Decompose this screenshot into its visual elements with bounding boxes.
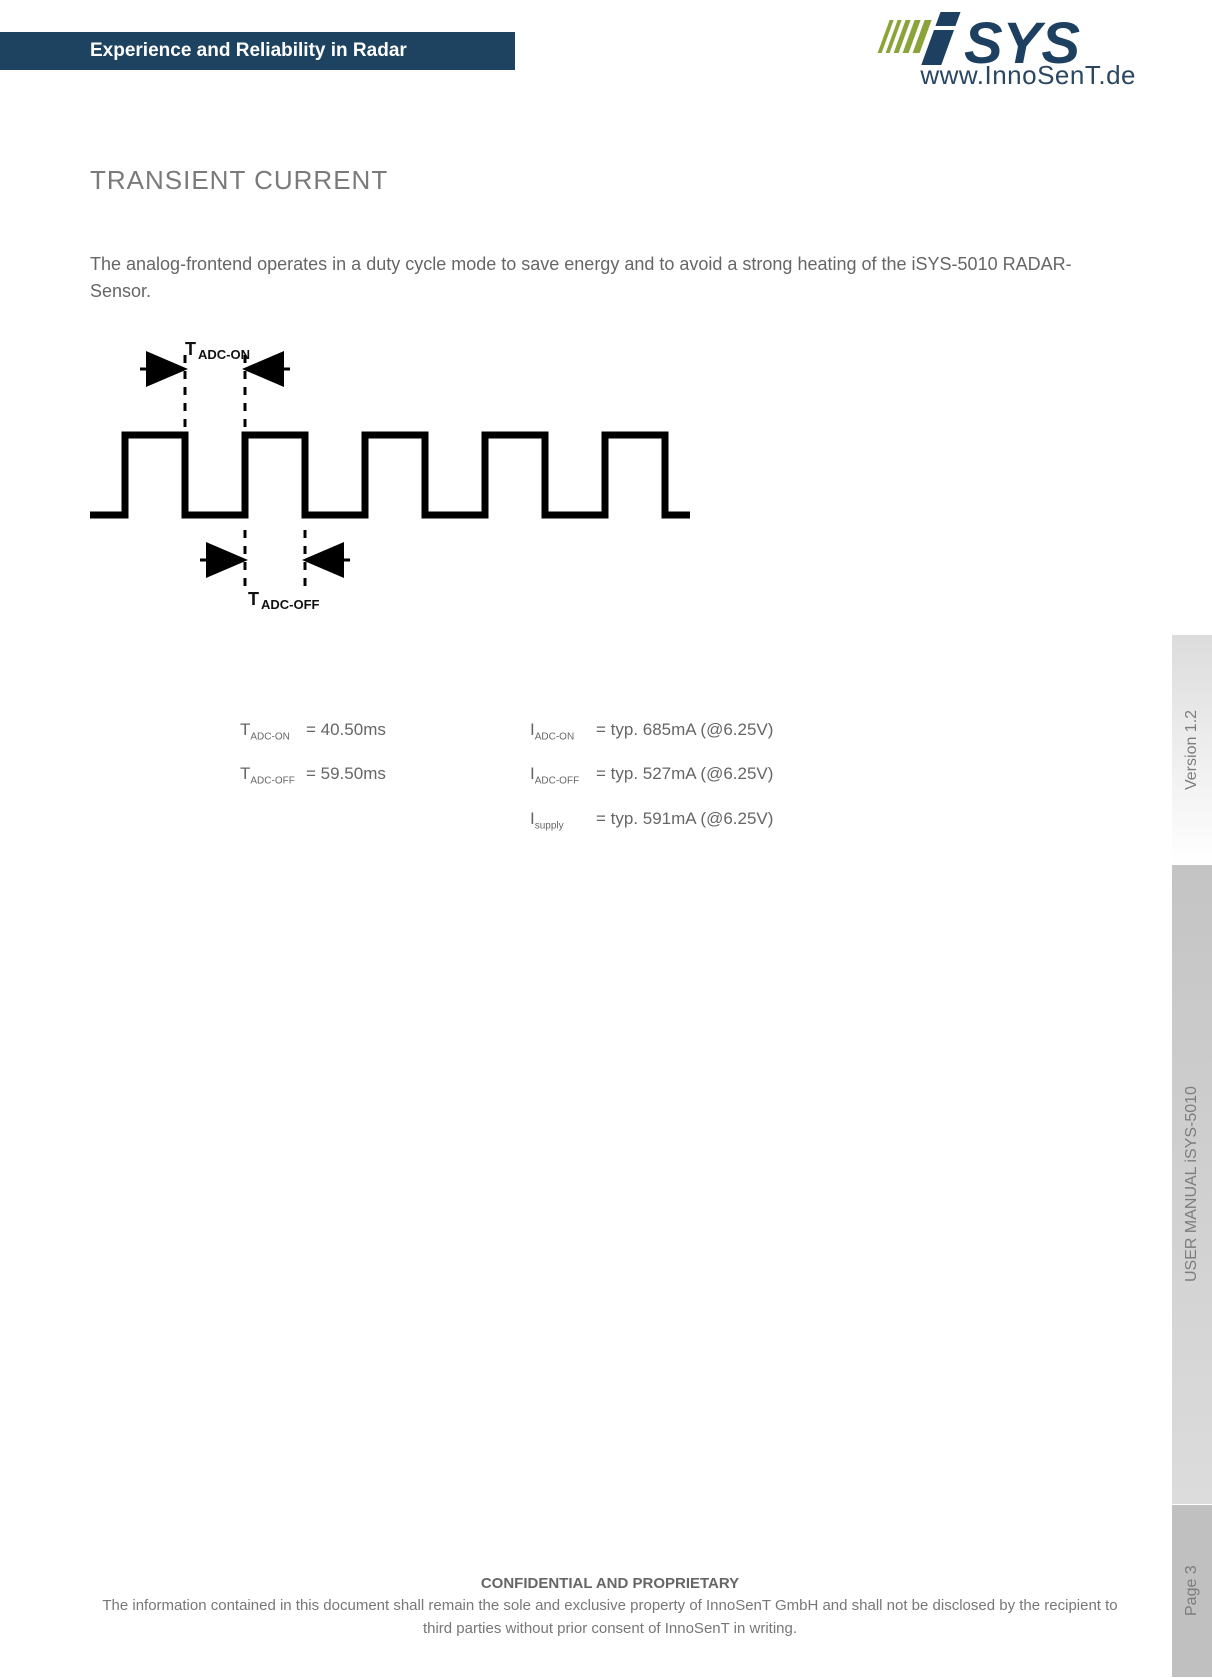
spec-i-adc-on-val: = typ. 685mA (@6.25V) [596, 720, 773, 742]
spec-t-adc-off-sym: TADC-OFF [240, 764, 300, 786]
footer-body: The information contained in this docume… [90, 1595, 1130, 1640]
spec-i-adc-off-sym: IADC-OFF [530, 764, 590, 786]
diagram-label-adc-off: TADC-OFF [248, 589, 320, 612]
content: TRANSIENT CURRENT The analog-frontend op… [90, 165, 1130, 635]
spec-row-3: Isupply = typ. 591mA (@6.25V) [240, 809, 1040, 831]
section-title: TRANSIENT CURRENT [90, 165, 1130, 196]
spec-row-2: TADC-OFF = 59.50ms IADC-OFF = typ. 527mA… [240, 764, 1040, 786]
spec-row-1: TADC-ON = 40.50ms IADC-ON = typ. 685mA (… [240, 720, 1040, 742]
page: Experience and Reliability in Radar Tech… [0, 0, 1212, 1678]
sidebar-manual: USER MANUAL iSYS-5010 [1172, 865, 1212, 1505]
sidebar-version: Version 1.2 [1172, 635, 1212, 865]
spec-t-adc-on-val: = 40.50ms [306, 720, 386, 742]
diagram-label-adc-on: TADC-ON [185, 339, 250, 362]
sidebar-page: Page 3 [1172, 1505, 1212, 1678]
intro-text: The analog-frontend operates in a duty c… [90, 251, 1130, 305]
header-banner: Experience and Reliability in Radar Tech… [0, 32, 515, 70]
spec-t-adc-on-sym: TADC-ON [240, 720, 300, 742]
spec-i-supply-val: = typ. 591mA (@6.25V) [596, 809, 773, 831]
spec-t-adc-off-val: = 59.50ms [306, 764, 386, 786]
spec-i-adc-off-val: = typ. 527mA (@6.25V) [596, 764, 773, 786]
timing-diagram: TADC-ON TADC-OFF [90, 335, 710, 635]
footer-title: CONFIDENTIAL AND PROPRIETARY [90, 1573, 1130, 1596]
spec-i-supply-sym: Isupply [530, 809, 590, 831]
specs: TADC-ON = 40.50ms IADC-ON = typ. 685mA (… [240, 720, 1040, 853]
footer: CONFIDENTIAL AND PROPRIETARY The informa… [90, 1573, 1130, 1641]
header-url: www.InnoSenT.de [920, 60, 1136, 91]
sidebar: Version 1.2 USER MANUAL iSYS-5010 Page 3 [1172, 635, 1212, 1678]
spec-i-adc-on-sym: IADC-ON [530, 720, 590, 742]
